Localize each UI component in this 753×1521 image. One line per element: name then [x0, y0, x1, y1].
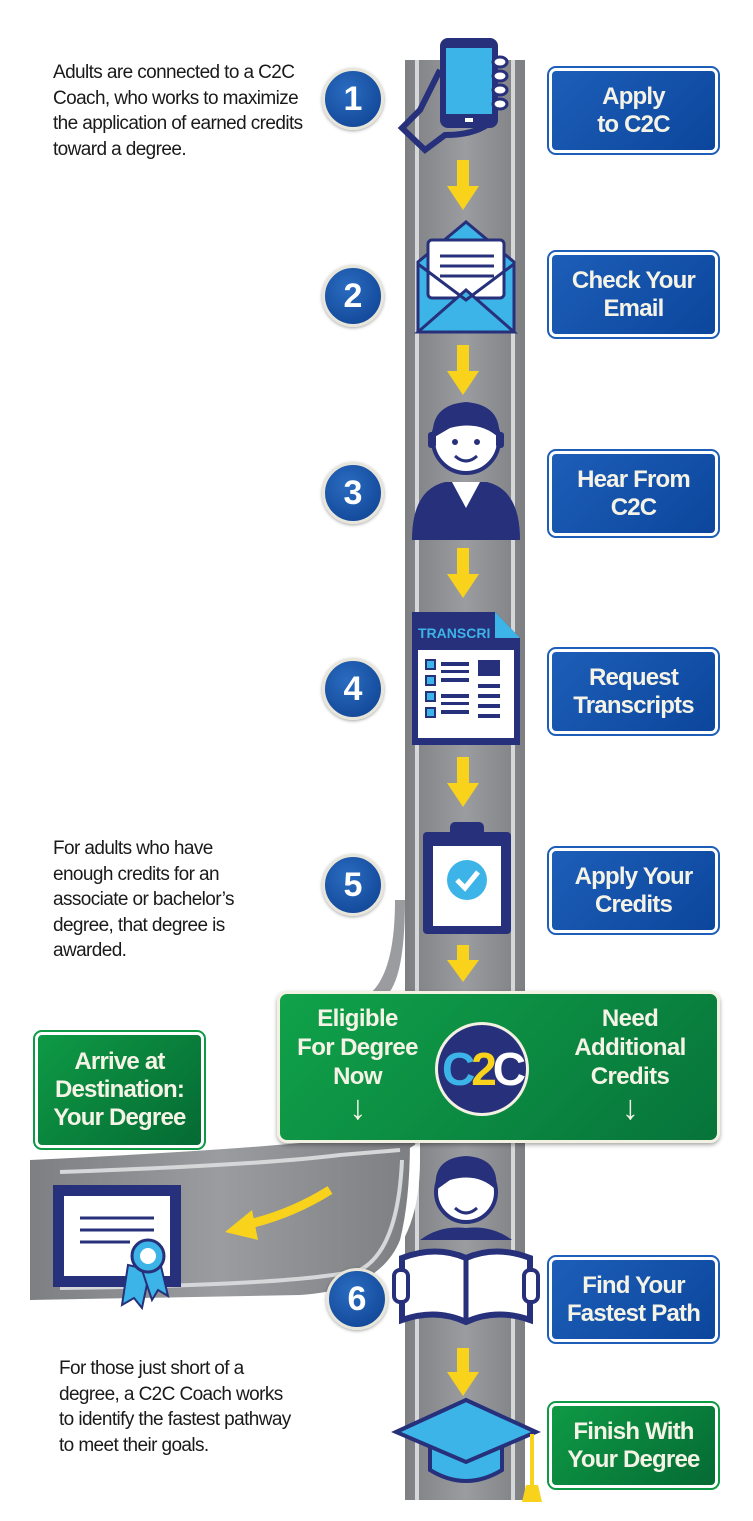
sign-apply-your-credits: Apply Your Credits [547, 846, 720, 935]
c2c-logo: C2C [435, 1022, 529, 1116]
sign-line: Find Your [582, 1271, 685, 1299]
sign-line: Your Degree [53, 1104, 186, 1131]
sign-request-transcripts: Request Transcripts [547, 647, 720, 736]
eligible-text: For adults who have enough credits for a… [53, 838, 234, 961]
clipboard-check-icon [423, 822, 511, 934]
sign-line: Eligible [317, 1005, 398, 1032]
sign-line: Apply Your [574, 862, 694, 890]
sign-line: Arrive at [74, 1048, 165, 1075]
step-number-3: 3 [322, 462, 384, 524]
sign-line: Now [333, 1063, 382, 1090]
sign-line: C2C [610, 493, 657, 521]
sign-line: Check Your [571, 266, 696, 294]
intro-text: Adults are connected to a C2C Coach, who… [53, 62, 303, 160]
additional-credits-text: For those just short of a degree, a C2C … [59, 1358, 291, 1456]
additional-credits-branch: Need Additional Credits ↓ [565, 1004, 695, 1125]
sign-line: Finish With [573, 1417, 694, 1445]
arrow-down-icon: ↓ [621, 1089, 639, 1127]
step-number-5: 5 [322, 854, 384, 916]
sign-line: Credits [590, 1063, 670, 1090]
sign-line: Your Degree [567, 1445, 700, 1473]
sign-hear-from-c2c: Hear From C2C [547, 449, 720, 538]
sign-line: Hear From [577, 465, 691, 493]
step-number-2: 2 [322, 265, 384, 327]
sign-line: Apply [602, 82, 665, 110]
sign-line: Need [601, 1005, 659, 1032]
sign-arrive-at-destination: Arrive at Destination: Your Degree [33, 1030, 206, 1150]
sign-line: Request [588, 663, 679, 691]
arrow-down-icon: ↓ [349, 1089, 366, 1127]
sign-line: Email [603, 294, 664, 322]
step-number-4: 4 [322, 658, 384, 720]
c2c-process-infographic: TRANSCRI Adults are connected to a C2C C… [0, 0, 753, 1521]
transcript-icon-text: TRANSCRI [418, 625, 490, 641]
sign-check-your-email: Check Your Email [547, 250, 720, 339]
step-number-1: 1 [322, 68, 384, 130]
sign-apply-to-c2c: Apply to C2C [547, 66, 720, 155]
junction-sign: Eligible For Degree Now ↓ C2C Need Addit… [277, 991, 720, 1143]
sign-line: Fastest Path [566, 1299, 701, 1327]
sign-line: to C2C [597, 110, 670, 138]
sign-line: Transcripts [573, 691, 694, 719]
sign-line: Additional [574, 1034, 686, 1061]
sign-find-your-fastest-path: Find Your Fastest Path [547, 1255, 720, 1344]
envelope-icon [414, 220, 518, 334]
sign-finish-with-your-degree: Finish With Your Degree [547, 1401, 720, 1490]
step-number-6: 6 [326, 1268, 388, 1330]
sign-line: For Degree [297, 1034, 418, 1061]
sign-line: Destination: [54, 1076, 185, 1103]
eligible-branch: Eligible For Degree Now ↓ [290, 1004, 425, 1125]
sign-line: Credits [594, 890, 673, 918]
